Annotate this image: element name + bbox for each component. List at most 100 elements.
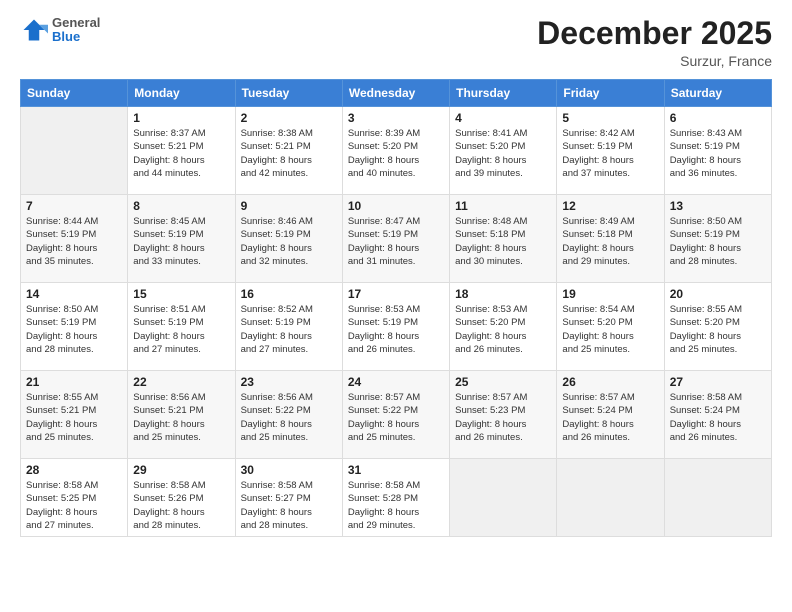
day-number: 15 <box>133 287 229 301</box>
week-row-1: 7 Sunrise: 8:44 AM Sunset: 5:19 PM Daylig… <box>21 195 772 283</box>
logo-icon <box>20 16 48 44</box>
day-info: Sunrise: 8:39 AM Sunset: 5:20 PM Dayligh… <box>348 127 444 180</box>
day-cell: 19 Sunrise: 8:54 AM Sunset: 5:20 PM Dayli… <box>557 283 664 371</box>
header-row: SundayMondayTuesdayWednesdayThursdayFrid… <box>21 80 772 107</box>
calendar-table: SundayMondayTuesdayWednesdayThursdayFrid… <box>20 79 772 537</box>
day-number: 12 <box>562 199 658 213</box>
day-number: 3 <box>348 111 444 125</box>
day-info: Sunrise: 8:56 AM Sunset: 5:22 PM Dayligh… <box>241 391 337 444</box>
day-cell: 17 Sunrise: 8:53 AM Sunset: 5:19 PM Dayli… <box>342 283 449 371</box>
day-cell: 11Sunrise: 8:48 AM Sunset: 5:18 PM Dayli… <box>450 195 557 283</box>
day-number: 27 <box>670 375 766 389</box>
day-number: 17 <box>348 287 444 301</box>
logo-general-text: General <box>52 16 100 30</box>
day-info: Sunrise: 8:56 AM Sunset: 5:21 PM Dayligh… <box>133 391 229 444</box>
logo-blue-text: Blue <box>52 30 100 44</box>
day-cell <box>557 459 664 537</box>
day-cell: 7 Sunrise: 8:44 AM Sunset: 5:19 PM Daylig… <box>21 195 128 283</box>
day-info: Sunrise: 8:41 AM Sunset: 5:20 PM Dayligh… <box>455 127 551 180</box>
week-row-2: 14 Sunrise: 8:50 AM Sunset: 5:19 PM Dayli… <box>21 283 772 371</box>
day-info: Sunrise: 8:58 AM Sunset: 5:24 PM Dayligh… <box>670 391 766 444</box>
day-info: Sunrise: 8:54 AM Sunset: 5:20 PM Dayligh… <box>562 303 658 356</box>
day-cell: 10 Sunrise: 8:47 AM Sunset: 5:19 PM Dayli… <box>342 195 449 283</box>
day-number: 24 <box>348 375 444 389</box>
day-number: 23 <box>241 375 337 389</box>
day-cell: 26 Sunrise: 8:57 AM Sunset: 5:24 PM Dayli… <box>557 371 664 459</box>
day-number: 29 <box>133 463 229 477</box>
header: General Blue December 2025 Surzur, Franc… <box>20 16 772 69</box>
day-info: Sunrise: 8:58 AM Sunset: 5:28 PM Dayligh… <box>348 479 444 532</box>
day-number: 16 <box>241 287 337 301</box>
day-info: Sunrise: 8:50 AM Sunset: 5:19 PM Dayligh… <box>26 303 122 356</box>
day-info: Sunrise: 8:55 AM Sunset: 5:20 PM Dayligh… <box>670 303 766 356</box>
day-number: 7 <box>26 199 122 213</box>
day-cell <box>664 459 771 537</box>
week-row-0: 1Sunrise: 8:37 AM Sunset: 5:21 PM Daylig… <box>21 107 772 195</box>
day-info: Sunrise: 8:57 AM Sunset: 5:23 PM Dayligh… <box>455 391 551 444</box>
day-cell: 16 Sunrise: 8:52 AM Sunset: 5:19 PM Dayli… <box>235 283 342 371</box>
day-number: 19 <box>562 287 658 301</box>
day-cell: 30Sunrise: 8:58 AM Sunset: 5:27 PM Dayli… <box>235 459 342 537</box>
day-cell: 25 Sunrise: 8:57 AM Sunset: 5:23 PM Dayli… <box>450 371 557 459</box>
day-info: Sunrise: 8:43 AM Sunset: 5:19 PM Dayligh… <box>670 127 766 180</box>
week-row-3: 21 Sunrise: 8:55 AM Sunset: 5:21 PM Dayli… <box>21 371 772 459</box>
day-info: Sunrise: 8:38 AM Sunset: 5:21 PM Dayligh… <box>241 127 337 180</box>
day-number: 26 <box>562 375 658 389</box>
header-day-wednesday: Wednesday <box>342 80 449 107</box>
day-cell: 1Sunrise: 8:37 AM Sunset: 5:21 PM Daylig… <box>128 107 235 195</box>
day-number: 14 <box>26 287 122 301</box>
day-number: 21 <box>26 375 122 389</box>
page: General Blue December 2025 Surzur, Franc… <box>0 0 792 612</box>
day-number: 30 <box>241 463 337 477</box>
day-cell: 21 Sunrise: 8:55 AM Sunset: 5:21 PM Dayli… <box>21 371 128 459</box>
month-title: December 2025 <box>537 16 772 51</box>
day-number: 22 <box>133 375 229 389</box>
day-cell: 14 Sunrise: 8:50 AM Sunset: 5:19 PM Dayli… <box>21 283 128 371</box>
day-info: Sunrise: 8:57 AM Sunset: 5:24 PM Dayligh… <box>562 391 658 444</box>
day-info: Sunrise: 8:53 AM Sunset: 5:19 PM Dayligh… <box>348 303 444 356</box>
day-number: 31 <box>348 463 444 477</box>
header-day-thursday: Thursday <box>450 80 557 107</box>
day-cell <box>21 107 128 195</box>
day-cell: 29 Sunrise: 8:58 AM Sunset: 5:26 PM Dayli… <box>128 459 235 537</box>
day-cell: 8 Sunrise: 8:45 AM Sunset: 5:19 PM Daylig… <box>128 195 235 283</box>
day-number: 6 <box>670 111 766 125</box>
day-info: Sunrise: 8:49 AM Sunset: 5:18 PM Dayligh… <box>562 215 658 268</box>
day-number: 8 <box>133 199 229 213</box>
day-info: Sunrise: 8:44 AM Sunset: 5:19 PM Dayligh… <box>26 215 122 268</box>
header-day-saturday: Saturday <box>664 80 771 107</box>
day-number: 11 <box>455 199 551 213</box>
day-info: Sunrise: 8:52 AM Sunset: 5:19 PM Dayligh… <box>241 303 337 356</box>
calendar-body: 1Sunrise: 8:37 AM Sunset: 5:21 PM Daylig… <box>21 107 772 537</box>
day-cell: 9Sunrise: 8:46 AM Sunset: 5:19 PM Daylig… <box>235 195 342 283</box>
day-cell: 4 Sunrise: 8:41 AM Sunset: 5:20 PM Daylig… <box>450 107 557 195</box>
day-number: 10 <box>348 199 444 213</box>
day-info: Sunrise: 8:47 AM Sunset: 5:19 PM Dayligh… <box>348 215 444 268</box>
week-row-4: 28Sunrise: 8:58 AM Sunset: 5:25 PM Dayli… <box>21 459 772 537</box>
day-cell: 28Sunrise: 8:58 AM Sunset: 5:25 PM Dayli… <box>21 459 128 537</box>
day-cell: 18Sunrise: 8:53 AM Sunset: 5:20 PM Dayli… <box>450 283 557 371</box>
day-number: 25 <box>455 375 551 389</box>
day-number: 4 <box>455 111 551 125</box>
day-info: Sunrise: 8:45 AM Sunset: 5:19 PM Dayligh… <box>133 215 229 268</box>
day-info: Sunrise: 8:55 AM Sunset: 5:21 PM Dayligh… <box>26 391 122 444</box>
day-number: 5 <box>562 111 658 125</box>
day-cell: 22 Sunrise: 8:56 AM Sunset: 5:21 PM Dayli… <box>128 371 235 459</box>
header-day-monday: Monday <box>128 80 235 107</box>
calendar-header: SundayMondayTuesdayWednesdayThursdayFrid… <box>21 80 772 107</box>
day-cell: 20Sunrise: 8:55 AM Sunset: 5:20 PM Dayli… <box>664 283 771 371</box>
header-day-sunday: Sunday <box>21 80 128 107</box>
header-day-friday: Friday <box>557 80 664 107</box>
day-info: Sunrise: 8:42 AM Sunset: 5:19 PM Dayligh… <box>562 127 658 180</box>
day-info: Sunrise: 8:57 AM Sunset: 5:22 PM Dayligh… <box>348 391 444 444</box>
day-cell: 27 Sunrise: 8:58 AM Sunset: 5:24 PM Dayli… <box>664 371 771 459</box>
day-cell: 5 Sunrise: 8:42 AM Sunset: 5:19 PM Daylig… <box>557 107 664 195</box>
day-cell <box>450 459 557 537</box>
day-number: 1 <box>133 111 229 125</box>
logo-text: General Blue <box>52 16 100 45</box>
day-cell: 2 Sunrise: 8:38 AM Sunset: 5:21 PM Daylig… <box>235 107 342 195</box>
day-cell: 15Sunrise: 8:51 AM Sunset: 5:19 PM Dayli… <box>128 283 235 371</box>
day-info: Sunrise: 8:58 AM Sunset: 5:26 PM Dayligh… <box>133 479 229 532</box>
day-number: 2 <box>241 111 337 125</box>
day-cell: 12 Sunrise: 8:49 AM Sunset: 5:18 PM Dayli… <box>557 195 664 283</box>
